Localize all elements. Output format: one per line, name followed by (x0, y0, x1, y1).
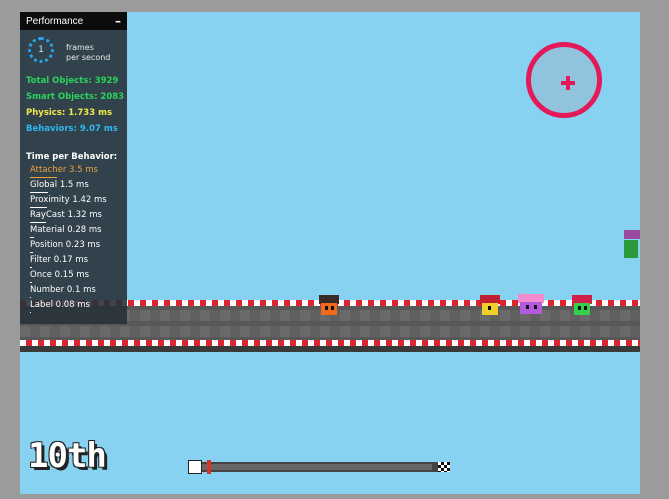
fps-label: frames per second (66, 43, 110, 63)
collapse-button[interactable]: – (115, 14, 121, 28)
behavior-time-bar (30, 207, 47, 208)
behavior-label: Number 0.1 ms (30, 285, 96, 295)
performance-header: Performance – (20, 12, 127, 30)
track-edge (20, 346, 640, 352)
behavior-time-bar (30, 177, 57, 178)
aim-crosshair (526, 42, 602, 118)
racer-offscreen (622, 230, 640, 262)
racer-green (570, 295, 594, 323)
racer-hat (624, 230, 640, 239)
behavior-label: Global 1.5 ms (30, 180, 89, 190)
time-per-behavior-title: Time per Behavior: (26, 152, 118, 162)
behavior-item: Attacher 3.5 ms (30, 164, 125, 179)
racer-eye (578, 306, 581, 310)
behavior-time-bar (30, 222, 46, 223)
behavior-time-bar (30, 312, 31, 313)
track-lane (20, 326, 640, 337)
fps-label-line: per second (66, 53, 111, 62)
racer-body (321, 303, 337, 315)
progress-track (202, 464, 432, 470)
behavior-label: Attacher 3.5 ms (30, 165, 98, 175)
behavior-label: Position 0.23 ms (30, 240, 101, 250)
racer-body (574, 303, 590, 315)
racer-body (624, 240, 638, 258)
racer-purple (516, 294, 546, 322)
behavior-item: Number 0.1 ms (30, 284, 125, 299)
fps-value: 1 (38, 45, 44, 55)
behavior-time-bar (30, 237, 34, 238)
racer-eye (488, 306, 491, 310)
stat-smart-objects: Smart Objects: 2083 (26, 92, 125, 102)
behavior-item: RayCast 1.32 ms (30, 209, 125, 224)
racer-yellow (478, 295, 502, 323)
behavior-time-bar (30, 282, 32, 283)
racer-eye (331, 306, 334, 310)
racer-eye (325, 306, 328, 310)
behavior-item: Material 0.28 ms (30, 224, 125, 239)
behavior-time-bar (30, 267, 32, 268)
stat-total-objects: Total Objects: 3929 (26, 76, 119, 86)
racer-eye (526, 305, 529, 309)
stat-physics: Physics: 1.733 ms (26, 108, 113, 118)
behavior-item: Once 0.15 ms (30, 269, 125, 284)
player-face-icon (188, 460, 202, 474)
stat-behaviors: Behaviors: 9.07 ms (26, 124, 118, 134)
finish-flag-icon (438, 462, 450, 472)
behavior-label: Filter 0.17 ms (30, 255, 89, 265)
behavior-item: Label 0.08 ms (30, 299, 125, 314)
performance-panel: Performance – 1 frames per second Total … (20, 12, 127, 324)
behavior-item: Position 0.23 ms (30, 239, 125, 254)
progress-marker (207, 460, 211, 474)
behavior-label: Once 0.15 ms (30, 270, 90, 280)
behavior-item: Proximity 1.42 ms (30, 194, 125, 209)
behavior-label: Label 0.08 ms (30, 300, 90, 310)
racer-body (520, 302, 542, 314)
crosshair-plus-icon (566, 76, 570, 90)
behavior-label: Proximity 1.42 ms (30, 195, 107, 205)
fps-label-line: frames (66, 43, 94, 52)
fps-gauge-icon: 1 (28, 37, 54, 63)
behavior-time-bar (30, 192, 48, 193)
behavior-item: Global 1.5 ms (30, 179, 125, 194)
behavior-list: Attacher 3.5 ms Global 1.5 ms Proximity 1.… (30, 164, 125, 314)
behavior-time-bar (30, 297, 31, 298)
race-position: 10th (28, 436, 107, 476)
behavior-item: Filter 0.17 ms (30, 254, 125, 269)
behavior-label: Material 0.28 ms (30, 225, 102, 235)
behavior-time-bar (30, 252, 33, 253)
racer-fire (317, 295, 341, 323)
race-progress-bar (188, 460, 450, 474)
behavior-label: RayCast 1.32 ms (30, 210, 102, 220)
racer-eye (584, 306, 587, 310)
racer-eye (534, 305, 537, 309)
performance-title: Performance (26, 15, 84, 27)
